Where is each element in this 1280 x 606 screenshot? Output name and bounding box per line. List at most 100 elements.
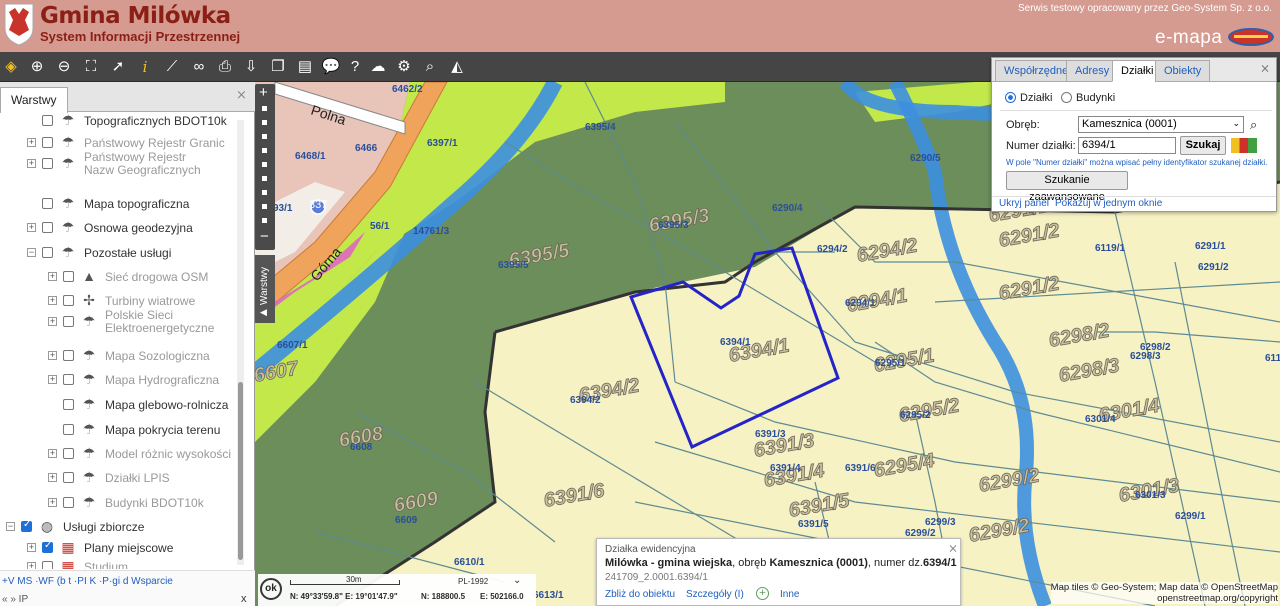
layer-checkbox[interactable] [42,137,53,148]
layer-checkbox[interactable] [42,561,53,569]
zoom-extent-icon[interactable]: ⛶ [80,56,102,78]
expand-toggle-icon[interactable]: + [27,138,36,147]
search-map-icon[interactable]: ⌕ [419,56,441,78]
radio-budynki[interactable] [1061,92,1072,103]
details-link[interactable]: Szczegóły (I) [686,589,744,600]
layer-checkbox[interactable] [42,198,53,209]
tab-wspolrzedne[interactable]: Współrzędne [995,60,1078,82]
layer-checkbox[interactable] [63,374,74,385]
layer-checkbox[interactable] [42,222,53,233]
print-icon[interactable]: ⎙ [214,56,236,78]
numer-input[interactable]: 6394/1 [1078,137,1176,154]
help-icon[interactable]: ? [344,56,366,78]
layer-checkbox[interactable] [63,424,74,435]
expand-toggle-icon[interactable]: − [6,522,15,531]
collapse-icon[interactable]: ⨯ [236,87,247,103]
layer-item[interactable]: + ☂ Budynki BDOT10k [0,492,236,514]
footer-nav[interactable]: « » IP [2,594,28,605]
expand-toggle-icon[interactable]: + [48,375,57,384]
tab-adresy[interactable]: Adresy [1066,60,1119,82]
tab-obiekty[interactable]: Obiekty [1155,60,1211,82]
footer-close-icon[interactable]: x [241,593,247,605]
warstwy-side-tab[interactable]: Warstwy ◀ [255,255,275,323]
layer-item[interactable]: + ☂ Państwowy Rejestr Nazw Geograficznych [0,151,236,177]
ok-button[interactable]: ok [260,578,282,600]
layer-item[interactable]: − ☂ Pozostałe usługi [0,242,236,264]
measure-icon[interactable]: ⟋ [161,56,183,78]
expand-toggle-icon[interactable]: + [48,317,57,326]
search-icon[interactable]: ⌕ [1250,117,1257,133]
upload-icon[interactable]: ☁ [367,56,389,78]
advanced-search-button[interactable]: Szukanie zaawansowane [1006,171,1128,203]
zoom-out-icon[interactable]: ⊖ [53,56,75,78]
layer-checkbox[interactable] [63,472,74,483]
pointer-icon[interactable]: ➚ [107,56,129,78]
settings-icon[interactable]: ⚙ [393,56,415,78]
layer-item[interactable]: + ☂ Mapa Sozologiczna [0,345,236,367]
layer-checkbox[interactable] [42,540,53,553]
layer-item[interactable]: + ☂ Działki LPIS [0,467,236,489]
layer-item[interactable]: + ☂ Polskie Sieci Elektroenergetyczne [0,309,236,335]
download-icon[interactable]: ⇩ [240,56,262,78]
copy-icon[interactable]: ❐ [267,56,289,78]
layer-checkbox[interactable] [42,247,53,258]
hide-panel-link[interactable]: Ukryj panel [999,198,1049,209]
layer-item[interactable]: ☂ Mapa glebowo-rolnicza [0,394,236,416]
radio-dzialki[interactable] [1005,92,1016,103]
triangle-icon[interactable]: ◭ [446,56,468,78]
expand-toggle-icon[interactable]: + [48,296,57,305]
zoom-minus-icon[interactable]: − [260,228,269,245]
layer-checkbox[interactable] [63,448,74,459]
layer-item[interactable]: ☂ Mapa pokrycia terenu [0,419,236,441]
crs-chevron-down-icon[interactable]: ⌄ [513,575,521,586]
expand-toggle-icon[interactable]: + [48,473,57,482]
comment-icon[interactable]: 💬 [320,56,342,78]
layer-checkbox[interactable] [63,399,74,410]
layer-checkbox[interactable] [42,158,53,169]
add-icon[interactable]: + [756,587,769,600]
search-button[interactable]: Szukaj [1180,136,1226,155]
expand-toggle-icon[interactable]: − [27,248,36,257]
crs-label[interactable]: PL-1992 [458,577,488,586]
layer-item[interactable]: + ▲ Sieć drogowa OSM [0,266,236,288]
panel-close-icon[interactable]: ⨯ [1260,61,1270,75]
expand-toggle-icon[interactable]: + [48,498,57,507]
layer-item[interactable]: ☂ Mapa topograficzna [0,193,236,215]
scrollbar-thumb[interactable] [238,382,243,560]
expand-toggle-icon[interactable]: + [27,543,36,552]
expand-toggle-icon[interactable]: + [27,159,36,168]
zoom-to-object-link[interactable]: Zbliż do obiektu [605,589,675,600]
layer-item[interactable]: + ▦ Studium [0,556,236,569]
expand-toggle-icon[interactable]: + [27,562,36,569]
tab-warstwy[interactable]: Warstwy [0,87,68,113]
layer-item[interactable]: + ☂ Osnowa geodezyjna [0,217,236,239]
layer-checkbox[interactable] [63,295,74,306]
popup-close-icon[interactable]: ⨯ [948,541,958,555]
layer-item[interactable]: + ☂ Mapa Hydrograficzna [0,369,236,391]
single-window-link[interactable]: Pokazuj w jednym oknie [1055,198,1162,209]
layer-checkbox[interactable] [63,271,74,282]
expand-toggle-icon[interactable]: + [48,272,57,281]
zoom-in-icon[interactable]: ⊕ [26,56,48,78]
layer-checkbox[interactable] [42,115,53,126]
layer-checkbox[interactable] [21,519,32,532]
layer-item[interactable]: − ◍ Usługi zbiorcze [0,516,236,538]
zoom-plus-icon[interactable]: + [259,84,268,101]
zoom-slider[interactable] [262,106,267,226]
attribution-line-2[interactable]: openstreetmap.org/copyright [1051,593,1278,604]
link-icon[interactable]: ∞ [188,56,210,78]
more-link[interactable]: Inne [780,589,799,600]
layer-item[interactable]: + ☂ Model różnic wysokości [0,443,236,465]
obreb-select[interactable]: Kamesznica (0001) ⌄ [1078,116,1244,133]
expand-toggle-icon[interactable]: + [27,223,36,232]
layer-checkbox[interactable] [63,497,74,508]
info-icon[interactable]: i [134,56,156,78]
layer-item[interactable]: ☂ Topograficznych BDOT10k [0,114,236,132]
layers-icon[interactable]: ◈ [0,56,22,78]
layout-icon[interactable]: ▤ [294,56,316,78]
footer-links[interactable]: +V MS ·WF (b t ·PI K ·P·gi d Wsparcie [2,576,173,587]
layer-checkbox[interactable] [63,350,74,361]
layer-checkbox[interactable] [63,316,74,327]
expand-toggle-icon[interactable]: + [48,351,57,360]
expand-toggle-icon[interactable]: + [48,449,57,458]
